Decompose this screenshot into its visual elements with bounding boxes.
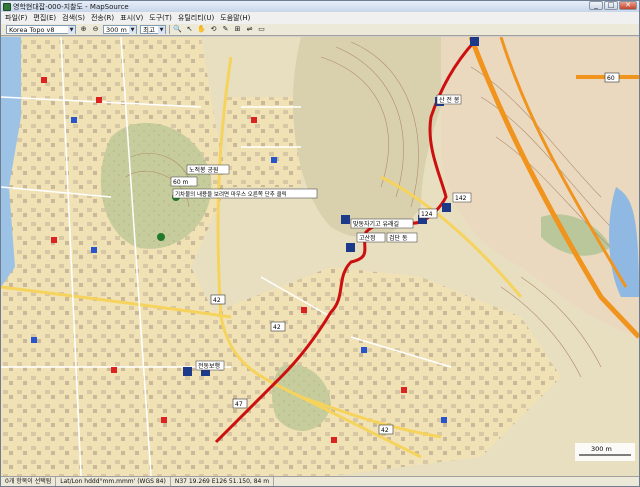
road-number-label: 42: [381, 427, 389, 434]
menu-view[interactable]: 표시(V): [120, 13, 143, 23]
product-select[interactable]: Korea Topo v8 ▼: [6, 25, 76, 34]
product-select-value: Korea Topo v8: [9, 26, 55, 34]
map-tooltip: 기차물의 내용을 보려면 마우스 오른쪽 단추 클릭: [175, 190, 287, 198]
road-number-label: 60: [607, 75, 615, 82]
menu-help[interactable]: 도움말(H): [220, 13, 250, 23]
toolbar: Korea Topo v8 ▼ ⊕ ⊖ 300 m ▼ 최고 ▼ 🔍 ↖ ✋ ⟲…: [1, 24, 639, 36]
menu-tools[interactable]: 도구(T): [149, 13, 172, 23]
cursor-coordinates: N37 19.269 E126 51.150, 84 m: [171, 477, 275, 486]
zoom-select-value: 300 m: [106, 26, 127, 34]
status-bar: 0개 항목이 선택됨 Lat/Lon hddd°mm.mmm' (WGS 84)…: [1, 476, 639, 486]
urban-area-north: [226, 97, 301, 187]
menu-search[interactable]: 검색(S): [62, 13, 85, 23]
toolbar-separator: [169, 25, 170, 34]
menu-bar: 파일(F) 편집(E) 검색(S) 전송(R) 표시(V) 도구(T) 유틸리티…: [1, 12, 639, 24]
coordinate-format: Lat/Lon hddd°mm.mmm' (WGS 84): [56, 477, 171, 486]
route-tool-icon[interactable]: ⊞: [233, 25, 242, 34]
track-tool-icon[interactable]: ✎: [221, 25, 230, 34]
waypoint-label: 노적봉 공원: [189, 166, 219, 174]
menu-utilities[interactable]: 유틸리티(U): [178, 13, 214, 23]
waypoint-label: 전동보행: [198, 362, 220, 370]
waypoint-label: 124: [421, 211, 433, 218]
map-tool-icon[interactable]: ▭: [257, 25, 266, 34]
zoom-select[interactable]: 300 m ▼: [103, 25, 137, 34]
chevron-down-icon: ▼: [68, 26, 75, 34]
waypoint-label: 맞동자기고 유래길: [353, 220, 399, 228]
detail-select-value: 최고: [143, 26, 155, 34]
road-number-label: 42: [213, 297, 221, 304]
mapsource-window: 영학현대잡-000-지찰도 - MapSource _ □ ✕ 파일(F) 편집…: [0, 0, 640, 487]
road-number-label: 42: [273, 324, 281, 331]
zoom-in-icon[interactable]: ⊕: [79, 25, 88, 34]
waypoint-tool-icon[interactable]: ⟲: [209, 25, 218, 34]
detail-select[interactable]: 최고 ▼: [140, 25, 166, 34]
close-button[interactable]: ✕: [619, 1, 637, 10]
waypoint-label: 고산정: [359, 234, 376, 242]
waypoint-label: 검단 동: [389, 234, 408, 242]
map-canvas[interactable]: 42 42 47 42 60 노적봉 공원 60 m 기차물의 내용을 보려면 …: [1, 37, 639, 476]
window-title: 영학현대잡-000-지찰도 - MapSource: [13, 2, 129, 11]
selection-status: 0개 항목이 선택됨: [1, 477, 57, 486]
minimize-button[interactable]: _: [589, 1, 603, 10]
distance-tool-icon[interactable]: ⇌: [245, 25, 254, 34]
menu-transfer[interactable]: 전송(R): [91, 13, 114, 23]
menu-file[interactable]: 파일(F): [5, 13, 27, 23]
chevron-down-icon: ▼: [129, 26, 136, 34]
road-number-label: 47: [235, 401, 243, 408]
zoom-tool-icon[interactable]: 🔍: [173, 25, 182, 34]
waypoint-label: 60 m: [173, 179, 189, 186]
chevron-down-icon: ▼: [158, 26, 165, 34]
hand-tool-icon[interactable]: ✋: [197, 25, 206, 34]
select-tool-icon[interactable]: ↖: [185, 25, 194, 34]
waypoint-label: 142: [455, 195, 467, 202]
maximize-button[interactable]: □: [604, 1, 618, 10]
app-icon: [3, 2, 11, 11]
map-view[interactable]: 42 42 47 42 60 노적봉 공원 60 m 기차물의 내용을 보려면 …: [1, 37, 639, 476]
title-bar: 영학현대잡-000-지찰도 - MapSource _ □ ✕: [1, 1, 639, 12]
scale-label: 300 m: [591, 445, 612, 453]
menu-edit[interactable]: 편집(E): [33, 13, 56, 23]
window-controls: _ □ ✕: [589, 1, 637, 10]
zoom-out-icon[interactable]: ⊖: [91, 25, 100, 34]
waypoint-label: 산 전 봉: [439, 96, 460, 104]
